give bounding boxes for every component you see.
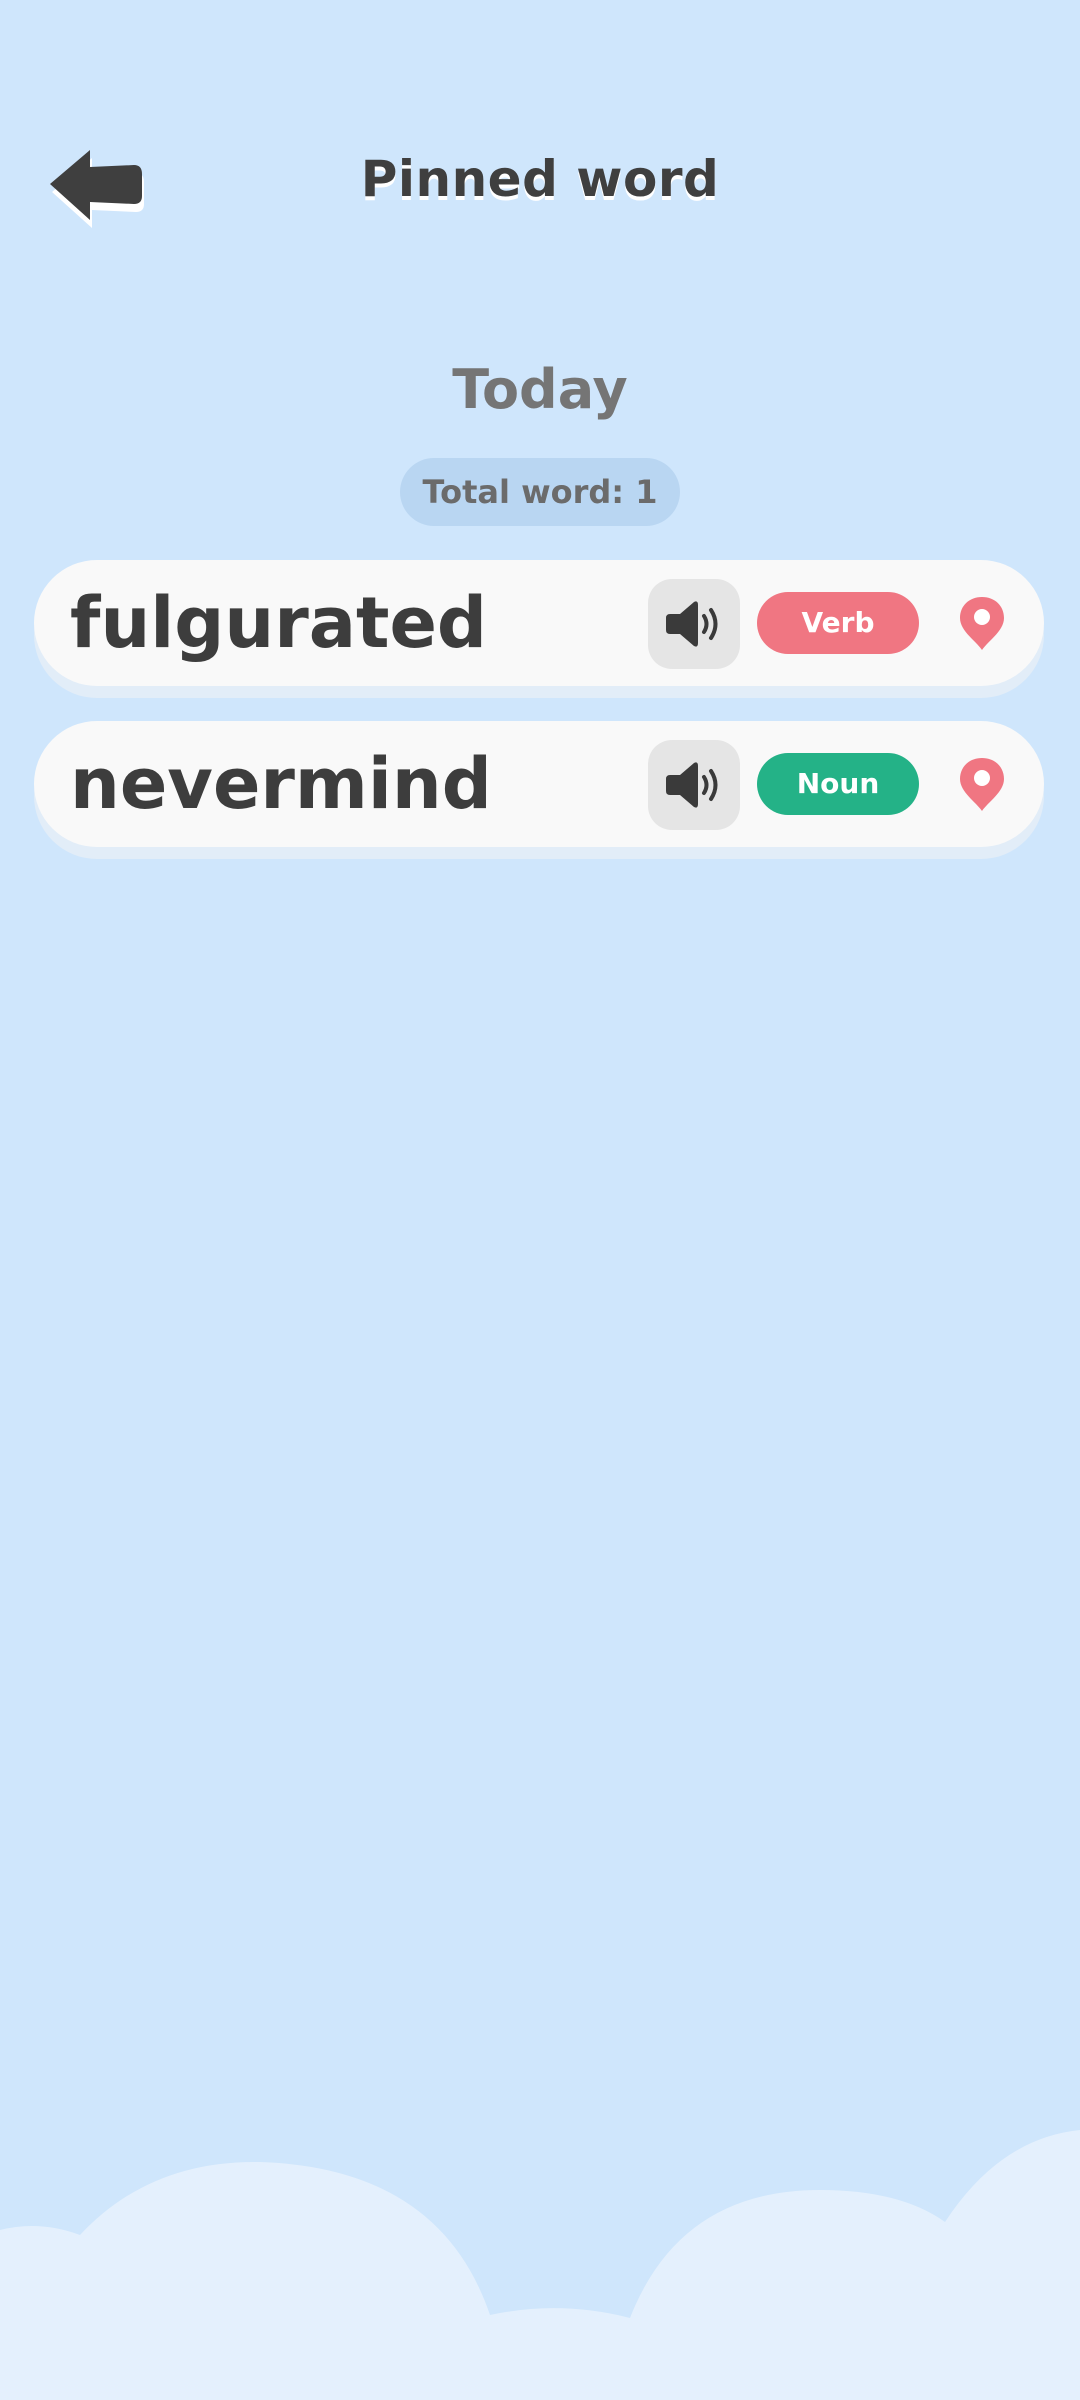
part-of-speech-badge: Noun bbox=[757, 753, 919, 815]
pronounce-button[interactable] bbox=[648, 740, 740, 830]
pin-icon bbox=[960, 758, 1004, 811]
pin-button[interactable] bbox=[958, 756, 1006, 812]
cloud-decoration bbox=[0, 2100, 1080, 2400]
section-title: Today bbox=[452, 358, 628, 421]
speaker-icon bbox=[666, 762, 718, 808]
word-text: nevermind bbox=[70, 743, 492, 825]
word-card[interactable]: fulgurated Verb bbox=[34, 560, 1044, 686]
pin-icon bbox=[960, 597, 1004, 650]
word-text: fulgurated bbox=[70, 582, 488, 664]
speaker-icon bbox=[666, 601, 718, 647]
pronounce-button[interactable] bbox=[648, 579, 740, 669]
page-title: Pinned word bbox=[360, 150, 720, 208]
part-of-speech-badge: Verb bbox=[757, 592, 919, 654]
total-word-badge: Total word: 1 bbox=[400, 458, 680, 526]
word-card[interactable]: nevermind Noun bbox=[34, 721, 1044, 847]
pin-button[interactable] bbox=[958, 595, 1006, 651]
